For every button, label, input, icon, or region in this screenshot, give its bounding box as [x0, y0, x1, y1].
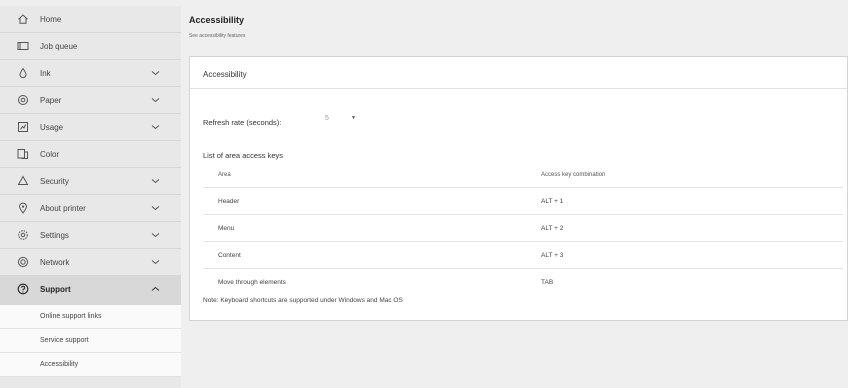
column-header-access-key: Access key combination — [541, 172, 606, 178]
sidebar-item-label: About printer — [40, 204, 86, 213]
card-title: Accessibility — [203, 70, 247, 79]
sidebar-item-support[interactable]: Support — [0, 276, 181, 305]
access-keys-list-title: List of area access keys — [203, 151, 284, 160]
sidebar-item-label: Job queue — [40, 42, 78, 51]
ink-drop-icon — [17, 67, 29, 79]
accessibility-card: Accessibility Refresh rate (seconds): 5 … — [189, 56, 848, 321]
paper-roll-icon — [17, 94, 29, 106]
table-row: Header ALT + 1 — [203, 188, 843, 215]
dropdown-arrow-icon: ▼ — [351, 115, 356, 121]
sidebar-item-security[interactable]: Security — [0, 168, 181, 195]
sidebar-item-settings[interactable]: Settings — [0, 222, 181, 249]
color-icon — [17, 148, 29, 160]
sidebar-item-job-queue[interactable]: Job queue — [0, 33, 181, 60]
table-row: Content ALT + 3 — [203, 242, 843, 269]
access-key-cell: TAB — [541, 279, 554, 286]
refresh-rate-value: 5 — [325, 115, 329, 122]
gear-icon — [17, 229, 29, 241]
info-location-icon — [17, 202, 29, 214]
chevron-down-icon[interactable] — [151, 204, 160, 212]
sidebar-item-label: Home — [40, 15, 62, 24]
column-header-area: Area — [218, 172, 231, 178]
access-key-cell: ALT + 1 — [541, 198, 564, 205]
home-icon — [17, 13, 29, 25]
sidebar-item-network[interactable]: Network — [0, 249, 181, 276]
sidebar-item-ink[interactable]: Ink — [0, 60, 181, 87]
sidebar-subitem-online-support-links[interactable]: Online support links — [0, 305, 181, 329]
area-cell: Move through elements — [218, 279, 286, 286]
access-key-cell: ALT + 2 — [541, 225, 564, 232]
table-header-row: Area Access key combination — [203, 164, 843, 188]
sidebar-item-usage[interactable]: Usage — [0, 114, 181, 141]
chevron-down-icon[interactable] — [151, 96, 160, 104]
sidebar-item-label: Paper — [40, 96, 62, 105]
sidebar-item-home[interactable]: Home — [0, 6, 181, 33]
table-row: Menu ALT + 2 — [203, 215, 843, 242]
table-row: Move through elements TAB — [203, 269, 843, 296]
refresh-rate-select[interactable]: 5 ▼ — [325, 112, 361, 126]
sidebar-item-label: Support — [40, 285, 71, 294]
lock-icon — [17, 175, 29, 187]
page-title: Accessibility — [189, 15, 245, 25]
chevron-down-icon[interactable] — [151, 231, 160, 239]
sidebar-item-label: Usage — [40, 123, 64, 132]
sidebar-item-label: Network — [40, 258, 70, 267]
chevron-down-icon[interactable] — [151, 69, 160, 77]
area-cell: Header — [218, 198, 240, 205]
sidebar: Home Job queue Ink Paper Usage Color Sec… — [0, 6, 181, 388]
sidebar-item-color[interactable]: Color — [0, 141, 181, 168]
usage-icon — [17, 121, 29, 133]
sidebar-item-label: Settings — [40, 231, 69, 240]
job-queue-icon — [17, 40, 29, 52]
refresh-rate-label: Refresh rate (seconds): — [203, 118, 282, 127]
area-cell: Content — [218, 252, 241, 259]
access-key-cell: ALT + 3 — [541, 252, 564, 259]
sidebar-subitem-accessibility[interactable]: Accessibility — [0, 353, 181, 377]
page-subtitle: See accessibility features — [189, 33, 246, 39]
access-keys-table: Area Access key combination Header ALT +… — [203, 164, 843, 296]
sidebar-item-about-printer[interactable]: About printer — [0, 195, 181, 222]
sidebar-item-label: Color — [40, 150, 60, 159]
sidebar-item-label: Ink — [40, 69, 51, 78]
globe-icon — [17, 256, 29, 268]
card-divider — [190, 88, 847, 89]
chevron-down-icon[interactable] — [151, 258, 160, 266]
sidebar-item-paper[interactable]: Paper — [0, 87, 181, 114]
sidebar-subitem-service-support[interactable]: Service support — [0, 329, 181, 353]
area-cell: Menu — [218, 225, 235, 232]
sidebar-item-label: Security — [40, 177, 69, 186]
chevron-down-icon[interactable] — [151, 123, 160, 131]
chevron-down-icon[interactable] — [151, 177, 160, 185]
help-icon — [17, 283, 29, 295]
keyboard-shortcuts-note: Note: Keyboard shortcuts are supported u… — [203, 297, 403, 304]
chevron-up-icon[interactable] — [151, 285, 160, 293]
